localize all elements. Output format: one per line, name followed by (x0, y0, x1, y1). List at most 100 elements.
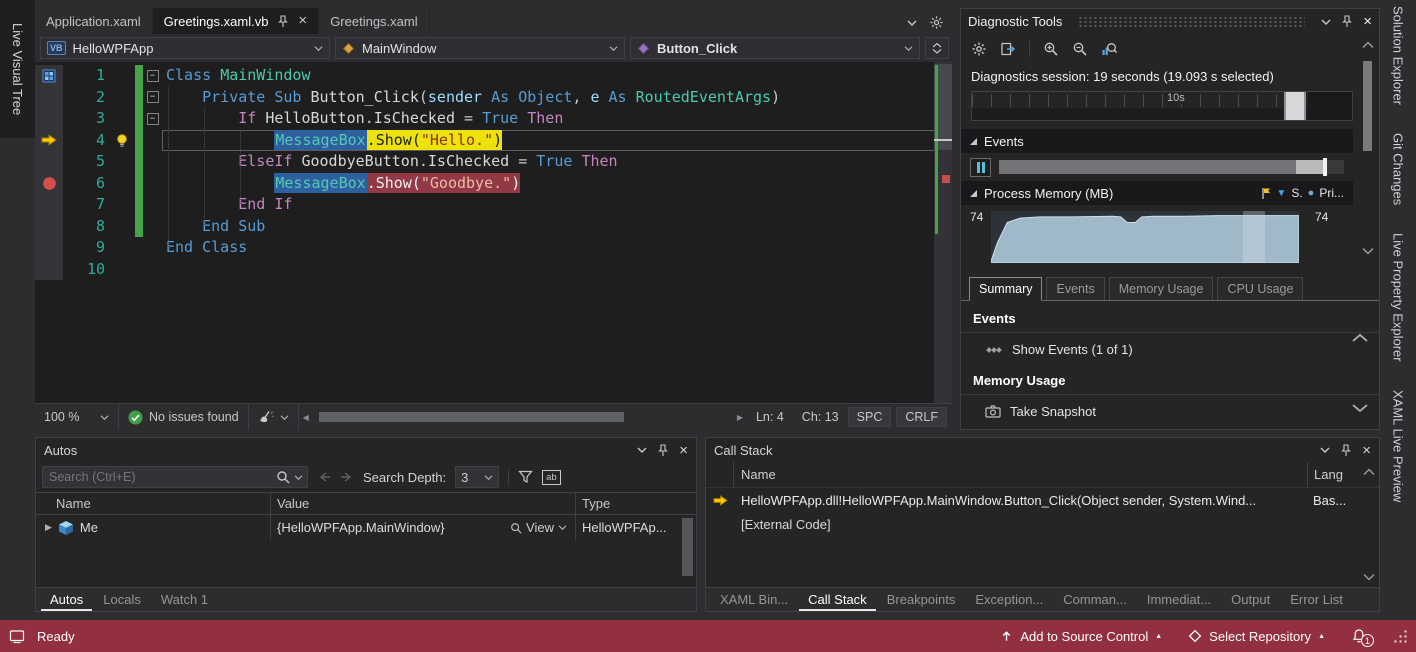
column-indicator[interactable]: Ch: 13 (793, 407, 848, 427)
code-text[interactable]: ElseIf GoodbyeButton.IsChecked = True Th… (162, 151, 952, 173)
fold-toggle[interactable]: − (147, 113, 159, 125)
close-icon[interactable]: × (1362, 442, 1371, 459)
search-box[interactable] (42, 466, 308, 488)
panel-vertical-scrollbar[interactable] (1360, 466, 1377, 583)
breakpoint-margin[interactable] (35, 65, 63, 87)
editor-vertical-scrollbar[interactable] (934, 62, 952, 403)
code-line[interactable]: 3− If HelloButton.IsChecked = True Then (35, 108, 952, 130)
close-icon[interactable]: × (298, 15, 307, 27)
code-line[interactable]: 4 MessageBox.Show("Hello.") (35, 130, 952, 152)
column-header-name[interactable]: Name (734, 467, 1307, 482)
tab-xaml-live-preview[interactable]: XAML Live Preview (1391, 390, 1406, 502)
breakpoint-margin[interactable] (35, 130, 63, 152)
take-snapshot-link[interactable]: Take Snapshot (961, 395, 1379, 427)
drag-grip[interactable] (1078, 16, 1305, 27)
search-icon[interactable] (276, 470, 290, 484)
fold-margin[interactable] (143, 237, 162, 259)
tab-autos[interactable]: Autos (41, 588, 92, 611)
fold-toggle[interactable]: − (147, 91, 159, 103)
tab-immediate[interactable]: Immediat... (1138, 588, 1220, 611)
search-input[interactable] (43, 470, 276, 484)
line-ending-indicator[interactable]: CRLF (896, 407, 947, 427)
tab-git-changes[interactable]: Git Changes (1391, 133, 1406, 205)
scroll-up-arrow-icon[interactable] (1362, 41, 1374, 49)
show-events-link[interactable]: Show Events (1 of 1) (961, 333, 1379, 365)
code-text[interactable]: Class MainWindow (162, 65, 952, 87)
view-visualizer-dropdown[interactable]: View (510, 520, 575, 535)
tab-output[interactable]: Output (1222, 588, 1279, 611)
tab-application-xaml[interactable]: Application.xaml (35, 8, 153, 34)
quick-actions-lightbulb-icon[interactable] (115, 133, 130, 148)
scrollbar-thumb[interactable] (319, 412, 624, 422)
fold-margin[interactable] (143, 194, 162, 216)
tab-locals[interactable]: Locals (94, 588, 150, 611)
project-dropdown[interactable]: VB HelloWPFApp (40, 37, 330, 59)
stack-frame-row[interactable]: HelloWPFApp.dll!HelloWPFApp.MainWindow.B… (706, 488, 1379, 512)
code-line[interactable]: 9End Class (35, 237, 952, 259)
format-specifier-ab-icon[interactable]: ab (542, 470, 561, 485)
pin-icon[interactable] (277, 15, 289, 28)
fold-margin[interactable] (143, 216, 162, 238)
session-timeline[interactable]: 10s (971, 91, 1353, 121)
code-line[interactable]: 10 (35, 259, 952, 281)
search-depth-dropdown[interactable]: 3 (455, 466, 499, 488)
code-line[interactable]: 6 MessageBox.Show("Goodbye.") (35, 173, 952, 195)
fold-margin[interactable]: − (143, 108, 162, 130)
chevron-down-icon[interactable] (1320, 446, 1330, 454)
scroll-left-arrow-icon[interactable]: ◀ (303, 413, 309, 422)
tab-summary[interactable]: Summary (969, 277, 1042, 301)
close-icon[interactable]: × (1363, 13, 1372, 30)
add-to-source-control-button[interactable]: Add to Source Control ▲ (1000, 629, 1162, 644)
fold-toggle[interactable]: − (147, 70, 159, 82)
fold-margin[interactable] (143, 151, 162, 173)
scroll-up-chevron-icon[interactable] (1351, 333, 1369, 343)
tab-greetings-xaml[interactable]: Greetings.xaml (319, 8, 429, 34)
filter-funnel-icon[interactable] (518, 470, 533, 484)
tab-command[interactable]: Comman... (1054, 588, 1136, 611)
tab-live-visual-tree[interactable]: Live Visual Tree (0, 0, 35, 138)
code-line[interactable]: 2− Private Sub Button_Click(sender As Ob… (35, 87, 952, 109)
pin-icon[interactable] (1341, 15, 1353, 28)
tab-watch-1[interactable]: Watch 1 (152, 588, 217, 611)
reset-zoom-chart-icon[interactable] (1101, 41, 1117, 57)
column-header-value[interactable]: Value (271, 493, 576, 514)
code-editor[interactable]: 1−Class MainWindow2− Private Sub Button_… (35, 62, 952, 403)
export-icon[interactable] (1000, 41, 1016, 57)
chevron-down-icon[interactable] (1321, 18, 1331, 26)
code-text[interactable]: Private Sub Button_Click(sender As Objec… (162, 87, 952, 109)
search-next-arrow-icon[interactable] (340, 471, 354, 483)
close-icon[interactable]: × (679, 442, 688, 459)
notifications-bell-icon[interactable]: 1 (1351, 628, 1367, 644)
stack-frame-row[interactable]: [External Code] (706, 512, 1379, 536)
breakpoint-margin[interactable] (35, 108, 63, 130)
member-dropdown[interactable]: Button_Click (630, 37, 920, 59)
column-header-type[interactable]: Type (576, 493, 696, 514)
zoom-control[interactable]: 100 % (35, 404, 119, 430)
code-line[interactable]: 7 End If (35, 194, 952, 216)
breakpoint-margin[interactable] (35, 237, 63, 259)
tab-cpu-usage[interactable]: CPU Usage (1217, 277, 1303, 300)
row-expander-icon[interactable]: ▶ (45, 522, 52, 533)
code-text[interactable]: If HelloButton.IsChecked = True Then (162, 108, 952, 130)
breakpoint-icon[interactable] (42, 176, 57, 191)
zoom-in-icon[interactable] (1043, 41, 1059, 57)
fold-margin[interactable] (143, 173, 162, 195)
tab-list-chevron-icon[interactable] (907, 19, 917, 27)
line-indicator[interactable]: Ln: 4 (747, 407, 793, 427)
navbar-collapse-icon[interactable] (925, 37, 949, 59)
tab-live-property-explorer[interactable]: Live Property Explorer (1391, 233, 1406, 362)
zoom-out-icon[interactable] (1072, 41, 1088, 57)
code-text[interactable]: End If (162, 194, 952, 216)
code-text[interactable]: End Sub (162, 216, 952, 238)
column-header-lang[interactable]: Lang (1307, 462, 1359, 487)
scroll-down-chevron-icon[interactable] (1351, 403, 1369, 413)
type-dropdown[interactable]: MainWindow (335, 37, 625, 59)
breakpoint-margin[interactable] (35, 173, 63, 195)
health-indicator[interactable]: No issues found (119, 404, 249, 430)
scrollbar-thumb[interactable] (1363, 61, 1372, 151)
tab-events[interactable]: Events (1046, 277, 1104, 300)
code-text[interactable] (162, 259, 952, 281)
tab-options-gear-icon[interactable] (929, 15, 944, 30)
search-prev-arrow-icon[interactable] (317, 471, 331, 483)
scroll-down-arrow-icon[interactable] (1363, 573, 1375, 581)
